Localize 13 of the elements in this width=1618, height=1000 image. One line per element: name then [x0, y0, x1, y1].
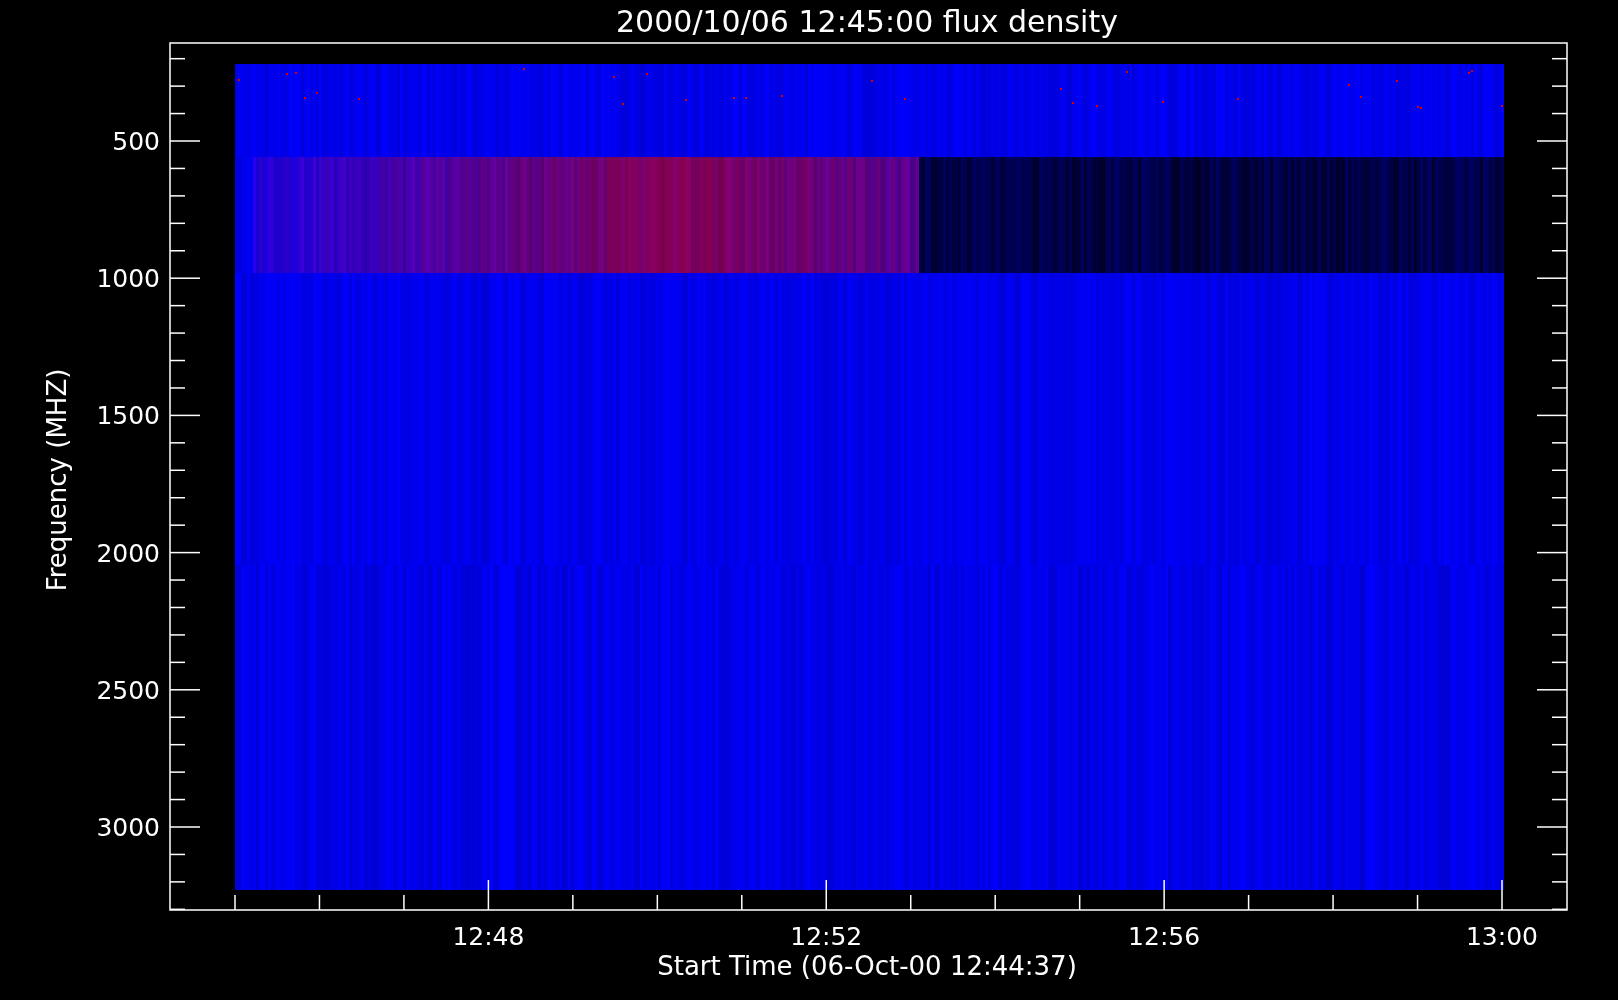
x-axis-label: Start Time (06-Oct-00 12:44:37) — [657, 951, 1077, 981]
y-tick-label: 1000 — [96, 264, 160, 294]
y-tick-label: 2000 — [96, 538, 160, 568]
y-tick-label: 1500 — [96, 401, 160, 431]
x-tick-label: 13:00 — [1466, 922, 1538, 951]
x-tick-label: 12:52 — [790, 922, 863, 951]
x-tick-label: 12:48 — [452, 922, 525, 951]
y-tick-label: 500 — [112, 127, 160, 156]
y-tick-label: 2500 — [96, 675, 160, 705]
y-tick-label: 3000 — [96, 813, 160, 842]
y-axis-label: Frequency (MHZ) — [42, 368, 72, 592]
plot-title: 2000/10/06 12:45:00 flux density — [616, 4, 1118, 39]
x-tick-label: 12:56 — [1128, 922, 1201, 951]
